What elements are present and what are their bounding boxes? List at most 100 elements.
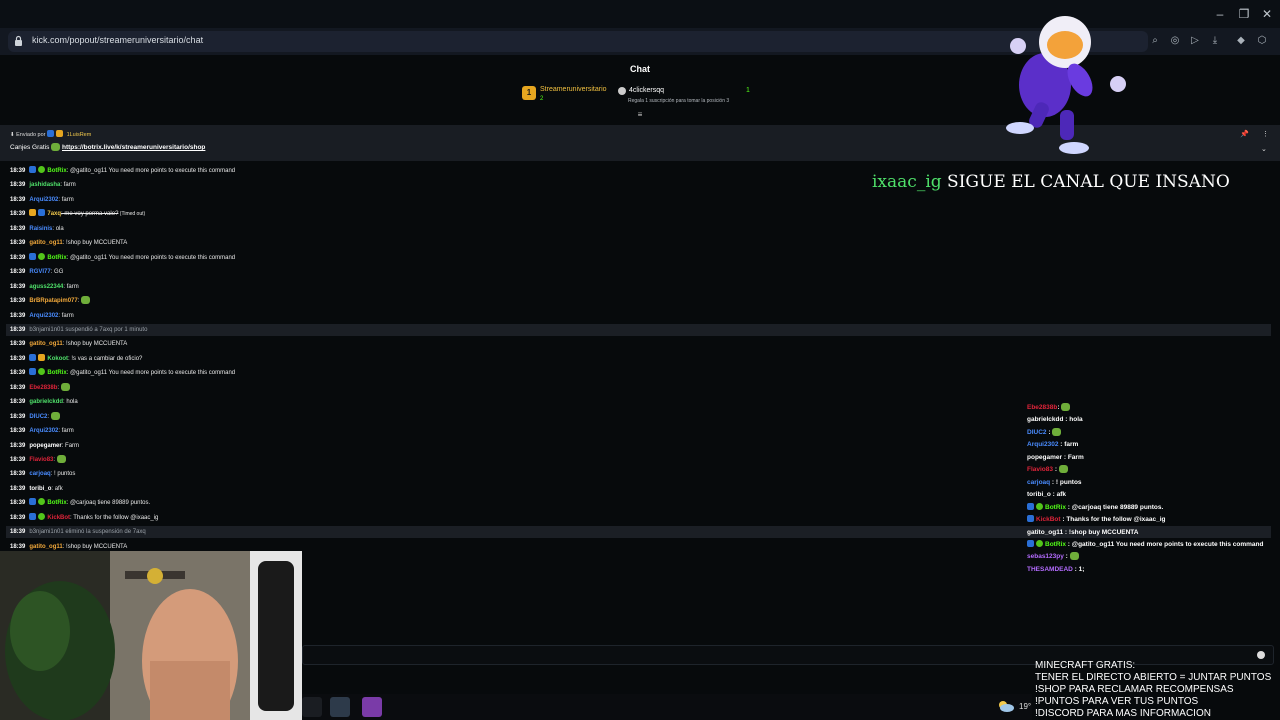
message-username[interactable]: gatito_og11 — [29, 544, 62, 550]
weather-icon — [999, 701, 1014, 712]
chat-event: 18:39 b3njami1n01 suspendió a 7axq por 1 … — [6, 323, 1271, 336]
message-username[interactable]: toribi_o — [29, 486, 51, 492]
message-username[interactable]: Raisinis — [29, 226, 52, 232]
message-text: : — [57, 384, 60, 391]
message-username[interactable]: DIUC2 — [29, 414, 47, 420]
leader-count: 2 — [540, 96, 544, 102]
overlay-text: : ! puntos — [1050, 478, 1082, 486]
pin-icon[interactable]: 📌 — [1240, 130, 1249, 138]
message-username[interactable]: BotRix — [47, 500, 66, 506]
message-text: : afk — [51, 485, 63, 492]
window-icon[interactable] — [330, 697, 350, 717]
overlay-username: Ebe2838b — [1027, 404, 1058, 411]
chat-message: 18:39 BotRix: @gatito_og11 You need more … — [10, 165, 235, 177]
close-icon[interactable]: ✕ — [1259, 6, 1275, 22]
message-username[interactable]: Kokoot — [47, 356, 68, 362]
message-text: : — [47, 413, 50, 420]
message-username[interactable]: RGVI77 — [29, 269, 50, 275]
chat-message: 18:39 carjoaq: ! puntos — [10, 468, 75, 480]
collapse-icon[interactable]: ≡ — [635, 110, 645, 120]
play-icon[interactable]: ▷ — [1188, 34, 1202, 48]
message-username[interactable]: 7axq — [47, 211, 61, 217]
command-line: !SHOP PARA RECLAMAR RECOMPENSAS — [1035, 684, 1234, 695]
pinned-user[interactable]: 1LuisRem — [67, 132, 92, 138]
mod-badge-icon — [38, 209, 46, 217]
overlay-username: KickBot — [1036, 516, 1061, 524]
message-username[interactable]: Arqui2302 — [29, 313, 58, 319]
app-icon[interactable] — [302, 697, 322, 717]
overlay-message: Ebe2838b: — [1027, 402, 1071, 414]
message-time: 18:39 — [10, 225, 26, 232]
ver-badge-icon — [38, 368, 46, 376]
message-username[interactable]: Arqui2302 — [29, 197, 58, 203]
message-text: : Farm — [61, 442, 80, 449]
message-username[interactable]: BotRix — [47, 168, 66, 174]
emoji-icon[interactable] — [1257, 651, 1265, 659]
leaderboard-first[interactable]: 1 Streameruniversitario 2 — [522, 86, 607, 104]
message-text: : @gatito_og11 You need more points to e… — [66, 168, 236, 174]
extension-icon[interactable]: ◆ — [1234, 34, 1248, 48]
message-text: : @carjoaq tiene 89889 puntos. — [66, 500, 151, 507]
zoom-icon[interactable]: ⌕ — [1148, 34, 1162, 48]
chevron-down-icon[interactable]: ⌄ — [1261, 145, 1267, 153]
message-username[interactable]: gatito_og11 — [29, 341, 62, 347]
message-text: : farm — [58, 428, 74, 435]
message-username[interactable]: BrBRpatapim077 — [29, 298, 77, 304]
event-text: b3njami1n01 suspendió a 7axq por 1 minut… — [29, 326, 148, 333]
mod-badge-icon — [29, 252, 37, 260]
emote-icon — [56, 455, 66, 463]
emote-icon — [60, 382, 70, 391]
message-username[interactable]: carjoaq — [29, 471, 50, 477]
ver-badge-icon — [1036, 502, 1043, 510]
message-username[interactable]: Flavio83 — [29, 457, 53, 463]
overlay-username: BotRix — [1045, 503, 1066, 511]
download-icon[interactable]: ⤓ — [1208, 34, 1222, 48]
message-username[interactable]: gabrielckdd — [29, 399, 63, 405]
url-field[interactable]: kick.com/popout/streameruniversitario/ch… — [8, 31, 1148, 52]
message-username[interactable]: jashidasha — [29, 182, 60, 188]
overlay-username: gabrielckdd — [1027, 416, 1064, 424]
shield-icon[interactable]: ◎ — [1168, 34, 1182, 48]
message-username[interactable]: popegamer — [29, 443, 61, 449]
message-username[interactable]: Ebe2838b — [29, 385, 57, 391]
message-time: 18:39 — [10, 312, 26, 319]
message-time: 18:39 — [10, 254, 26, 261]
pinned-label: Enviado por — [16, 132, 46, 138]
chat-message: 18:39 BotRix: @carjoaq tiene 89889 puntos… — [10, 497, 150, 509]
message-text: : @gatito_og11 You need more points to e… — [66, 254, 236, 261]
chat-message: 18:39 Ebe2838b: — [10, 382, 70, 394]
mod-badge-icon — [29, 166, 37, 173]
pinned-meta: ⬇ Enviado por 1LuisRem — [10, 130, 91, 138]
chat-message: 18:39 gatito_og11: !shop buy MCCUENTA — [10, 237, 127, 249]
mod-badge-icon — [1027, 539, 1034, 547]
more-options-icon[interactable]: ⋮ — [1262, 130, 1269, 138]
message-username[interactable]: gatito_og11 — [29, 240, 62, 246]
overlay-text: : farm — [1058, 441, 1079, 449]
message-username[interactable]: KickBot — [47, 515, 70, 521]
message-username[interactable]: Arqui2302 — [29, 428, 58, 434]
message-username[interactable]: BotRix — [47, 255, 66, 261]
mod-badge-icon — [29, 498, 37, 506]
follow-alert-text: SIGUE EL CANAL QUE INSANO — [947, 172, 1230, 192]
message-username[interactable]: aguss22344 — [29, 284, 63, 290]
cube-icon[interactable]: ⬡ — [1255, 34, 1269, 48]
restore-icon[interactable]: ❐ — [1236, 6, 1252, 22]
message-text: : — [53, 457, 56, 463]
overlay-username: popegamer — [1027, 453, 1063, 461]
leader-name: 4clickersqq — [629, 87, 665, 94]
message-time: 18:39 — [10, 269, 26, 276]
message-text: : !shop buy MCCUENTA — [62, 341, 128, 348]
mod-badge-icon — [1027, 502, 1034, 510]
emote-icon — [50, 411, 60, 420]
message-text: : !shop buy MCCUENTA — [62, 240, 128, 247]
follow-alert: ixaac_ig SIGUE EL CANAL QUE INSANO — [872, 172, 1230, 192]
minimize-icon[interactable]: – — [1212, 6, 1228, 22]
message-username[interactable]: BotRix — [47, 370, 66, 376]
chat-message: 18:39 jashidasha: farm — [10, 179, 76, 191]
discord-icon[interactable] — [362, 697, 382, 717]
pinned-link[interactable]: https://botrix.live/k/streameruniversita… — [62, 144, 205, 151]
overlay-username: carjoaq — [1027, 478, 1051, 486]
webcam-scene-icon — [0, 551, 302, 720]
overlay-text: : 1; — [1072, 565, 1085, 573]
overlay-text: : — [1053, 466, 1057, 474]
